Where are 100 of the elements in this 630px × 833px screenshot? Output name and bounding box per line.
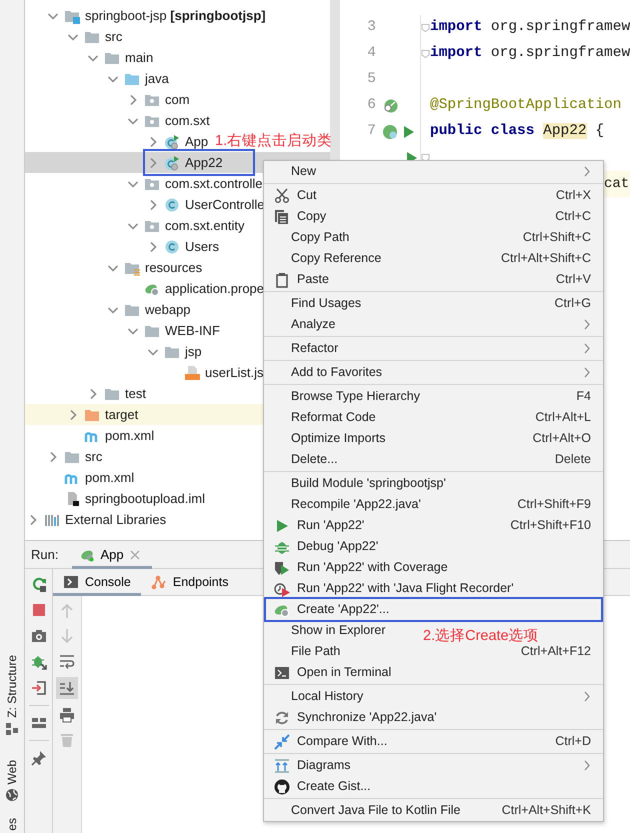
arrow-down-icon xyxy=(59,628,75,644)
camera-icon xyxy=(30,628,46,644)
line-number: 5 xyxy=(366,70,377,90)
code-line: @SpringBootApplication xyxy=(430,96,622,116)
tree-item-label[interactable]: target xyxy=(105,404,138,424)
menu-item[interactable]: Copy Ctrl+C xyxy=(264,206,603,227)
soft-wrap-button[interactable] xyxy=(57,652,77,670)
scroll-to-end-icon xyxy=(59,680,75,696)
code-line: import org.springframew xyxy=(430,18,630,38)
menu-item[interactable]: Cut Ctrl+X xyxy=(264,185,603,206)
pin-button[interactable] xyxy=(28,749,48,767)
menu-item[interactable]: Create 'App22'... xyxy=(264,597,603,622)
tree-item-label[interactable]: Users xyxy=(185,236,219,256)
line-number: 4 xyxy=(366,44,377,64)
menu-item[interactable]: Show in Explorer xyxy=(264,620,396,641)
menu-item[interactable]: Recompile 'App22.java' Ctrl+Shift+F9 xyxy=(264,494,603,515)
tree-item-label[interactable]: com.sxt.entity xyxy=(165,216,244,236)
tree-item-label[interactable]: jsp xyxy=(185,342,202,362)
class-run-icon xyxy=(164,154,180,170)
menu-item[interactable]: Browse Type Hierarchy F4 xyxy=(264,386,603,407)
menu-item[interactable]: Analyze xyxy=(264,314,603,335)
tree-item-label[interactable]: src xyxy=(105,26,122,46)
code-line: public class App22 { xyxy=(430,122,604,142)
console-tab[interactable]: Endpoints xyxy=(140,568,238,596)
line-number: 3 xyxy=(366,18,377,38)
tree-item-label[interactable]: test xyxy=(125,384,146,404)
menu-item[interactable]: Copy Path Ctrl+Shift+C xyxy=(264,227,603,248)
tree-item-label[interactable]: com.sxt xyxy=(165,110,210,130)
bean-class-icon[interactable] xyxy=(382,124,398,140)
globe-icon xyxy=(5,788,19,802)
menu-item[interactable]: Build Module 'springbootjsp' xyxy=(264,473,456,494)
tree-item-label[interactable]: application.prope xyxy=(165,278,264,298)
structure-icon xyxy=(5,722,19,736)
layout-icon xyxy=(30,715,46,731)
menu-item[interactable]: Convert Java File to Kotlin File Ctrl+Alt+Shift+K xyxy=(264,800,603,821)
line-number: 7 xyxy=(366,122,377,142)
bug-icon xyxy=(30,654,46,670)
tree-item-label[interactable]: springbootupload.iml xyxy=(85,488,205,508)
menu-item[interactable]: Reformat Code Ctrl+Alt+L xyxy=(264,407,603,428)
menu-item[interactable]: Compare With... Ctrl+D xyxy=(264,731,603,752)
tree-item-label[interactable]: pom.xml xyxy=(85,468,134,488)
menu-item[interactable]: Run 'App22' with 'Java Flight Recorder' xyxy=(264,578,524,599)
fold-icon[interactable] xyxy=(421,49,430,59)
jsp-file-icon xyxy=(184,364,200,380)
class-icon xyxy=(164,196,180,212)
pin-icon xyxy=(30,750,46,766)
tree-item-label[interactable]: userList.js xyxy=(205,362,264,382)
bean-search-icon[interactable] xyxy=(382,98,398,114)
menu-item[interactable]: Run 'App22' Ctrl+Shift+F10 xyxy=(264,515,603,536)
tree-item-label[interactable]: WEB-INF xyxy=(165,320,220,340)
menu-item[interactable]: New xyxy=(264,161,603,182)
tree-item-label[interactable]: springboot-jsp [springbootjsp] xyxy=(85,6,266,26)
tree-item-label[interactable]: com xyxy=(165,90,190,110)
menu-item[interactable]: Paste Ctrl+V xyxy=(264,269,603,290)
menu-item[interactable]: Open in Terminal xyxy=(264,662,402,683)
menu-item[interactable]: Copy Reference Ctrl+Alt+Shift+C xyxy=(264,248,603,269)
menu-item[interactable]: Synchronize 'App22.java' xyxy=(264,707,447,728)
tree-item-label[interactable]: pom.xml xyxy=(105,426,154,446)
run-tab[interactable]: App xyxy=(72,540,152,568)
tree-item-label[interactable]: com.sxt.controlle xyxy=(165,174,263,194)
close-icon[interactable] xyxy=(128,548,142,562)
line-number: 6 xyxy=(366,96,377,116)
tree-item-label[interactable]: resources xyxy=(145,258,202,278)
tree-item-label[interactable]: App22 xyxy=(185,152,223,172)
tree-item-label[interactable]: App xyxy=(185,132,208,152)
tree-item-label[interactable]: main xyxy=(125,48,154,68)
menu-item[interactable]: Debug 'App22' xyxy=(264,536,388,557)
class-run-icon xyxy=(164,134,180,150)
trash-icon xyxy=(59,732,75,748)
rerun-icon xyxy=(30,576,46,592)
menu-item[interactable]: Run 'App22' with Coverage xyxy=(264,557,458,578)
menu-item[interactable]: Diagrams xyxy=(264,755,603,776)
console-tab[interactable]: Console xyxy=(53,568,141,596)
class-icon xyxy=(164,238,180,254)
arrow-up-icon xyxy=(59,603,75,619)
code-line: import org.springframew xyxy=(430,44,630,64)
console-icon xyxy=(63,574,79,590)
tool-window-tab[interactable]: Web xyxy=(5,760,19,784)
tree-item-label[interactable]: java xyxy=(145,68,169,88)
tree-item-label[interactable]: UserControlle xyxy=(185,194,264,214)
soft-wrap-icon xyxy=(59,653,75,669)
tree-item-label[interactable]: src xyxy=(85,446,102,466)
tool-window-tab[interactable]: es xyxy=(5,818,19,831)
menu-item[interactable]: Find Usages Ctrl+G xyxy=(264,293,603,314)
annotation-text: 1.右键点击启动类 xyxy=(215,132,332,151)
tree-item-label[interactable]: webapp xyxy=(145,300,191,320)
scroll-to-end-button[interactable] xyxy=(56,677,78,699)
menu-item[interactable]: Delete... Delete xyxy=(264,449,603,470)
print-button[interactable] xyxy=(57,706,77,724)
menu-item[interactable]: Local History xyxy=(264,686,603,707)
print-icon xyxy=(59,707,75,723)
panel-title: Run: xyxy=(31,546,58,564)
menu-item[interactable]: Add to Favorites xyxy=(264,362,603,383)
tool-window-tab[interactable]: Z: Structure xyxy=(5,655,19,718)
code-line: cat xyxy=(604,174,630,194)
tree-item-label[interactable]: External Libraries xyxy=(65,510,166,530)
menu-item[interactable]: Create Gist... xyxy=(264,776,381,797)
menu-item[interactable]: Optimize Imports Ctrl+Alt+O xyxy=(264,428,603,449)
menu-item[interactable]: Refactor xyxy=(264,338,603,359)
fold-icon[interactable] xyxy=(421,23,430,33)
